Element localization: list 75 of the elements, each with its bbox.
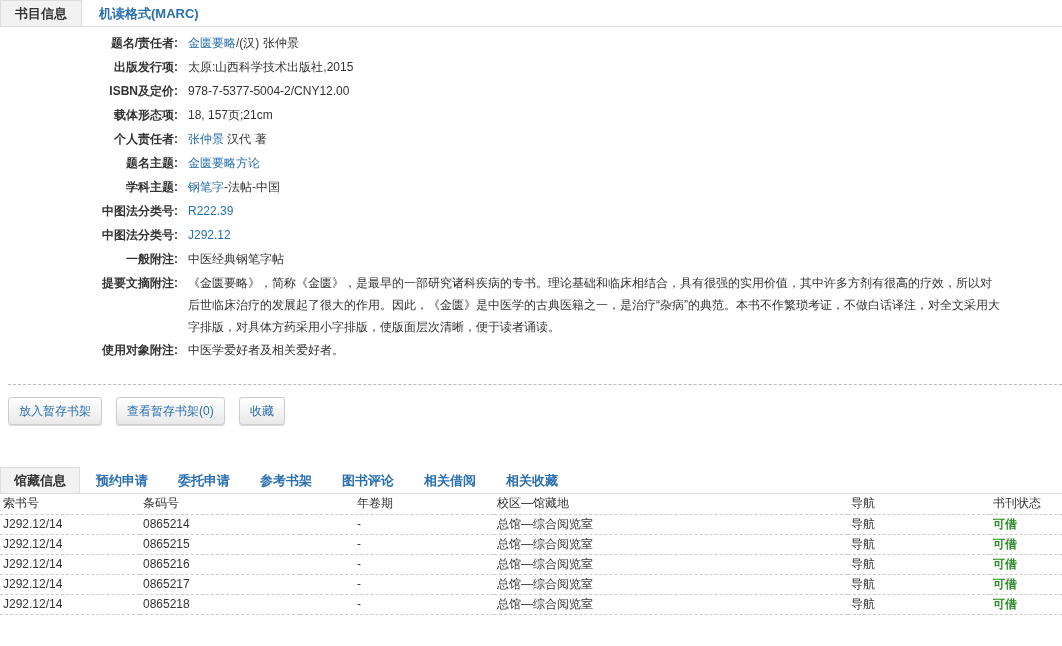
column-header: 年卷期 [300,494,494,514]
table-cell: 总馆—综合阅览室 [494,594,848,614]
tab[interactable]: 委托申请 [164,467,244,493]
table-cell: J292.12/14 [0,534,140,554]
field-value: 中医经典钢笔字帖 [188,251,285,268]
link[interactable]: 金匮要略 [188,36,236,50]
table-cell: 0865217 [140,574,300,594]
field-label: ISBN及定价: [108,83,179,100]
table-cell: 总馆—综合阅览室 [494,514,848,534]
table-cell: 0865218 [140,594,300,614]
field-label: 中图法分类号: [101,227,179,244]
field-value: 张仲景 汉代 著 [188,131,268,148]
field-value: 金匮要略/(汉) 张仲景 [188,35,300,52]
link[interactable]: 钢笔字 [188,180,224,194]
tab[interactable]: 相关收藏 [492,467,572,493]
tab[interactable]: 相关借阅 [410,467,490,493]
table-cell: 导航 [848,514,990,534]
field-label: 载体形态项: [113,107,179,124]
field-label: 题名主题: [125,155,179,172]
link[interactable]: R222.39 [188,204,234,218]
table-cell: - [300,514,494,534]
table-cell: 可借 [990,514,1062,534]
tab[interactable]: 参考书架 [246,467,326,493]
tab[interactable]: 馆藏信息 [0,467,80,493]
table-cell: J292.12/14 [0,574,140,594]
table-cell: 总馆—综合阅览室 [494,574,848,594]
field-value: 《金匮要略》，简称《金匮》，是最早的一部研究诸科疾病的专书。理论基础和临床相结合，具有很强的实用价值，其中许多方剂有很高的疗效，所以对后世临床治疗的发展起了很大的作用。因此，《金匮》是中医学的古典医籍之一，是治疗“杂病”的典范。本书不作繁琐考证，不做白话译注，对全文采用大字排版，对具体方药采用小字排版，使版面层次清晰，便于读者诵读。 [188,275,1000,336]
table-cell: J292.12/14 [0,554,140,574]
table-cell: J292.12/14 [0,514,140,534]
field-label: 一般附注: [125,251,179,268]
field-label: 使用对象附注: [101,342,179,359]
link[interactable]: 张仲景 [188,132,224,146]
table-cell: 可借 [990,574,1062,594]
table-cell: 导航 [848,574,990,594]
table-cell: 0865215 [140,534,300,554]
table-cell: - [300,534,494,554]
field-value: 中医学爱好者及相关爱好者。 [188,342,345,359]
table-cell: 导航 [848,534,990,554]
table-cell: - [300,574,494,594]
field-value: 978-7-5377-5004-2/CNY12.00 [188,83,351,100]
tab[interactable]: 书目信息 [0,0,82,26]
table-cell: 0865216 [140,554,300,574]
link[interactable]: 金匮要略方论 [188,156,260,170]
table-cell: 0865214 [140,514,300,534]
field-label: 提要文摘附注: [101,275,179,292]
field-label: 题名/责任者: [109,35,179,52]
table-cell: 可借 [990,534,1062,554]
tab[interactable]: 机读格式(MARC) [84,0,214,26]
table-cell: 可借 [990,554,1062,574]
tab[interactable]: 图书评论 [328,467,408,493]
action-button[interactable]: 查看暂存书架(0) [116,397,225,425]
action-button[interactable]: 放入暂存书架 [8,397,102,425]
table-cell: - [300,554,494,574]
table-cell: - [300,594,494,614]
table-cell: 总馆—综合阅览室 [494,534,848,554]
table-cell: 可借 [990,594,1062,614]
field-value: 18, 157页;21cm [188,107,274,124]
column-header: 条码号 [140,494,300,514]
field-label: 学科主题: [125,179,179,196]
link[interactable]: J292.12 [188,228,231,242]
table-cell: 导航 [848,554,990,574]
field-label: 出版发行项: [113,59,179,76]
field-label: 中图法分类号: [101,203,179,220]
column-header: 校区—馆藏地 [494,494,848,514]
field-value: 太原:山西科学技术出版社,2015 [188,59,355,76]
field-value: 钢笔字-法帖-中国 [188,179,281,196]
table-cell: 导航 [848,594,990,614]
column-header: 导航 [848,494,990,514]
action-button[interactable]: 收藏 [238,397,285,425]
column-header: 索书号 [0,494,140,514]
tab[interactable]: 预约申请 [82,467,162,493]
field-label: 个人责任者: [113,131,179,148]
column-header: 书刊状态 [990,494,1062,514]
table-cell: 总馆—综合阅览室 [494,554,848,574]
table-cell: J292.12/14 [0,594,140,614]
